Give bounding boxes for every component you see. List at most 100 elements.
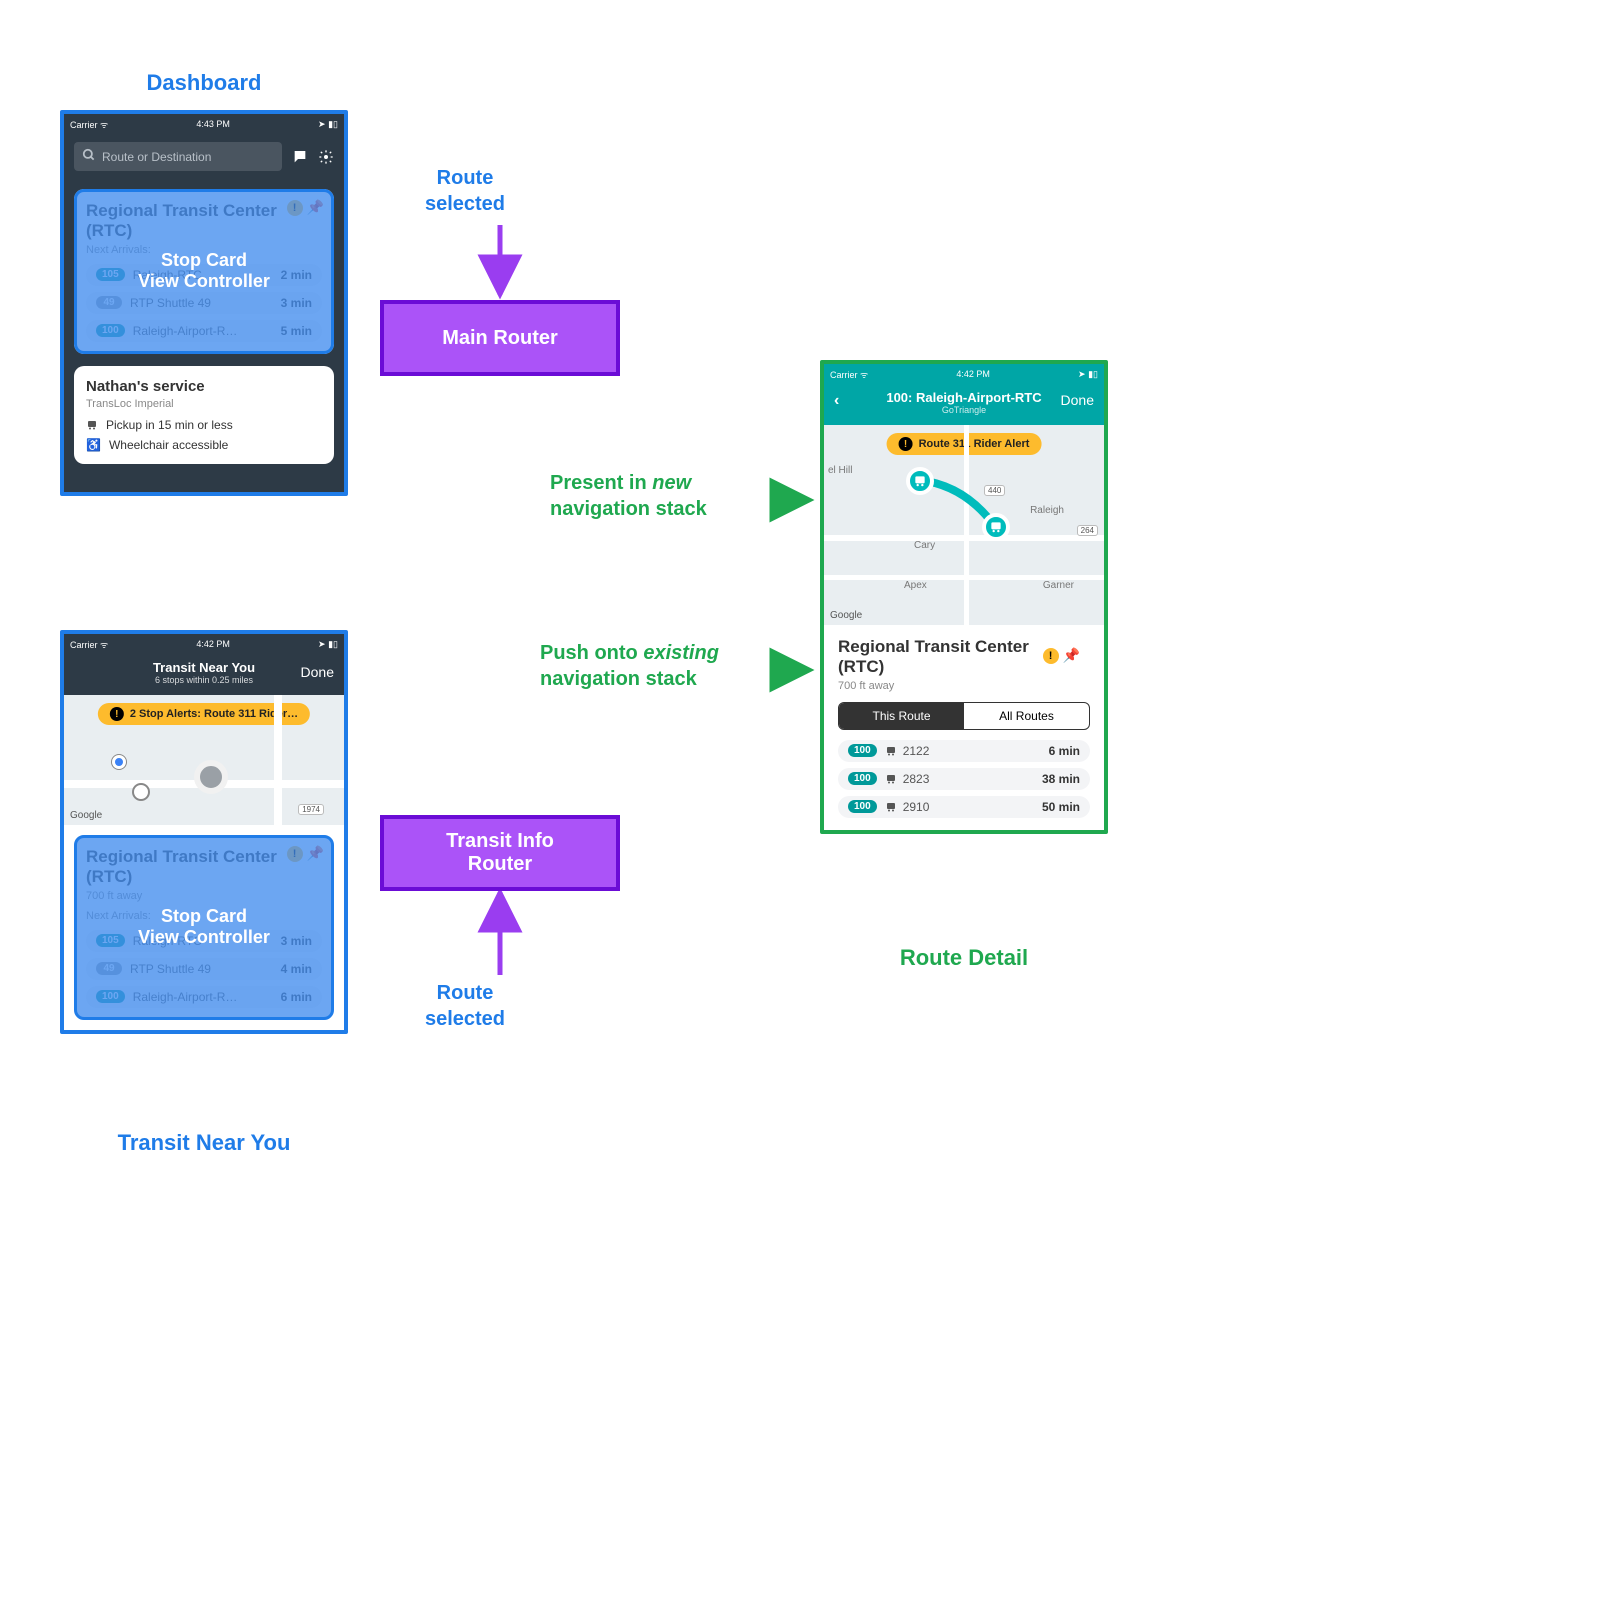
route-badge: 49 — [96, 962, 122, 975]
arrival-name: RTP Shuttle 49 — [130, 962, 273, 976]
alert-icon[interactable]: ! — [1043, 648, 1059, 664]
stop-selected-dot — [194, 760, 228, 794]
wheelchair-icon: ♿ — [86, 438, 101, 452]
google-logo: Google — [830, 610, 862, 621]
arrival-name: 2823 — [903, 772, 1034, 786]
route-endpoint-icon — [906, 467, 934, 495]
stop-distance: 700 ft away — [86, 890, 322, 902]
pin-icon[interactable]: 📌 — [307, 199, 324, 216]
arrival-time: 6 min — [281, 990, 312, 1004]
service-pickup: Pickup in 15 min or less — [86, 418, 322, 432]
seg-this-route[interactable]: This Route — [839, 703, 964, 729]
service-wheelchair: ♿Wheelchair accessible — [86, 438, 322, 452]
arrival-time: 50 min — [1042, 800, 1080, 814]
stop-card[interactable]: !📌 Regional Transit Center (RTC) 700 ft … — [74, 835, 334, 1020]
route-badge: 105 — [96, 268, 125, 281]
stop-card[interactable]: !📌 Regional Transit Center (RTC) Next Ar… — [74, 189, 334, 354]
battery-icon: ▮▯ — [1088, 369, 1098, 379]
pin-icon[interactable]: 📌 — [307, 845, 324, 862]
nav-title: 100: Raleigh-Airport-RTC — [834, 390, 1094, 405]
google-logo: Google — [70, 810, 102, 821]
done-button[interactable]: Done — [301, 664, 334, 680]
route-segment-toggle[interactable]: This Route All Routes — [838, 702, 1090, 730]
arrival-time: 6 min — [1049, 744, 1080, 758]
route-badge: 100 — [848, 800, 877, 813]
map[interactable]: Route 311 Rider Alert 440 264 el Hill Ca… — [824, 425, 1104, 625]
gear-icon[interactable] — [318, 149, 334, 165]
edge-present: Present in newnavigation stack — [550, 470, 707, 522]
wifi-icon: ᯤ — [100, 120, 108, 130]
arrival-name: Raleigh-RTC — [133, 934, 273, 948]
arrival-row[interactable]: 49 RTP Shuttle 49 4 min — [86, 958, 322, 980]
transit-info-router-node: Transit Info Router — [380, 815, 620, 891]
status-bar: Carrier ᯤ 4:42 PM ➤ ▮▯ — [64, 634, 344, 654]
chat-icon[interactable] — [292, 149, 308, 165]
service-card[interactable]: Nathan's service TransLoc Imperial Picku… — [74, 366, 334, 464]
wifi-icon: ᯤ — [100, 640, 108, 650]
location-icon: ➤ — [318, 639, 326, 649]
status-bar: Carrier ᯤ 4:43 PM ➤ ▮▯ — [64, 114, 344, 134]
done-button[interactable]: Done — [1061, 392, 1094, 408]
stop-title: Regional Transit Center (RTC) — [86, 201, 322, 242]
pin-icon[interactable]: 📌 — [1063, 647, 1080, 664]
wifi-icon: ᯤ — [860, 370, 868, 380]
arrival-time: 38 min — [1042, 772, 1080, 786]
route-badge: 100 — [96, 324, 125, 337]
stop-title: Regional Transit Center (RTC) — [86, 847, 322, 888]
arrival-row[interactable]: 100 Raleigh-Airport-R… 6 min — [86, 986, 322, 1008]
arrival-time: 5 min — [281, 324, 312, 338]
nav-subtitle: 6 stops within 0.25 miles — [74, 675, 334, 685]
alert-icon[interactable]: ! — [287, 846, 303, 862]
alert-icon[interactable]: ! — [287, 200, 303, 216]
search-bar: Route or Destination — [64, 134, 344, 179]
user-location-dot — [112, 755, 126, 769]
route-badge: 105 — [96, 934, 125, 947]
arrival-time: 3 min — [281, 934, 312, 948]
status-bar: Carrier ᯤ 4:42 PM ➤ ▮▯ — [824, 364, 1104, 384]
next-arrivals-label: Next Arrivals: — [86, 910, 322, 922]
stop-distance: 700 ft away — [838, 680, 1090, 692]
transit-near-you-title: Transit Near You — [60, 1130, 348, 1156]
arrival-name: Raleigh-Airport-R… — [133, 324, 273, 338]
search-icon — [82, 148, 96, 165]
arrival-row[interactable]: 100 2823 38 min — [838, 768, 1090, 790]
arrival-name: 2910 — [903, 800, 1034, 814]
seg-all-routes[interactable]: All Routes — [964, 703, 1089, 729]
arrival-name: RTP Shuttle 49 — [130, 296, 273, 310]
nav-bar: ‹ 100: Raleigh-Airport-RTC GoTriangle Do… — [824, 384, 1104, 425]
arrival-row[interactable]: 100 2910 50 min — [838, 796, 1090, 818]
nav-subtitle: GoTriangle — [834, 405, 1094, 415]
stop-dot — [134, 785, 148, 799]
battery-icon: ▮▯ — [328, 119, 338, 129]
location-icon: ➤ — [1078, 369, 1086, 379]
arrival-row[interactable]: 100 2122 6 min — [838, 740, 1090, 762]
arrival-time: 4 min — [281, 962, 312, 976]
service-subtitle: TransLoc Imperial — [86, 398, 322, 410]
arrival-name: 2122 — [903, 744, 1041, 758]
nav-bar: Transit Near You 6 stops within 0.25 mil… — [64, 654, 344, 695]
route-badge: 49 — [96, 296, 122, 309]
location-icon: ➤ — [318, 119, 326, 129]
map[interactable]: 2 Stop Alerts: Route 311 Rider… 1974 Goo… — [64, 695, 344, 825]
arrival-name: Raleigh-Airport-R… — [133, 990, 273, 1004]
service-title: Nathan's service — [86, 378, 322, 396]
arrival-row[interactable]: 105 Raleigh-RTC 2 min — [86, 264, 322, 286]
dashboard-title: Dashboard — [60, 70, 348, 96]
dashboard-phone: Carrier ᯤ 4:43 PM ➤ ▮▯ Route or Destinat… — [60, 110, 348, 496]
arrival-row[interactable]: 100 Raleigh-Airport-R… 5 min — [86, 320, 322, 342]
route-detail-title: Route Detail — [820, 945, 1108, 971]
battery-icon: ▮▯ — [328, 639, 338, 649]
edge-route-selected-top: Route selected — [380, 165, 550, 217]
route-badge: 100 — [848, 772, 877, 785]
route-badge: 100 — [848, 744, 877, 757]
search-input[interactable]: Route or Destination — [74, 142, 282, 171]
route-endpoint-icon — [982, 513, 1010, 541]
main-router-node: Main Router — [380, 300, 620, 376]
arrival-row[interactable]: 49RTP Shuttle 493 min — [86, 292, 322, 314]
arrival-time: 2 min — [281, 268, 312, 282]
arrival-name: Raleigh-RTC — [133, 268, 273, 282]
next-arrivals-label: Next Arrivals: — [86, 244, 322, 256]
arrival-row[interactable]: 105 Raleigh-RTC 3 min — [86, 930, 322, 952]
route-badge: 100 — [96, 990, 125, 1003]
route-detail-phone: Carrier ᯤ 4:42 PM ➤ ▮▯ ‹ 100: Raleigh-Ai… — [820, 360, 1108, 834]
